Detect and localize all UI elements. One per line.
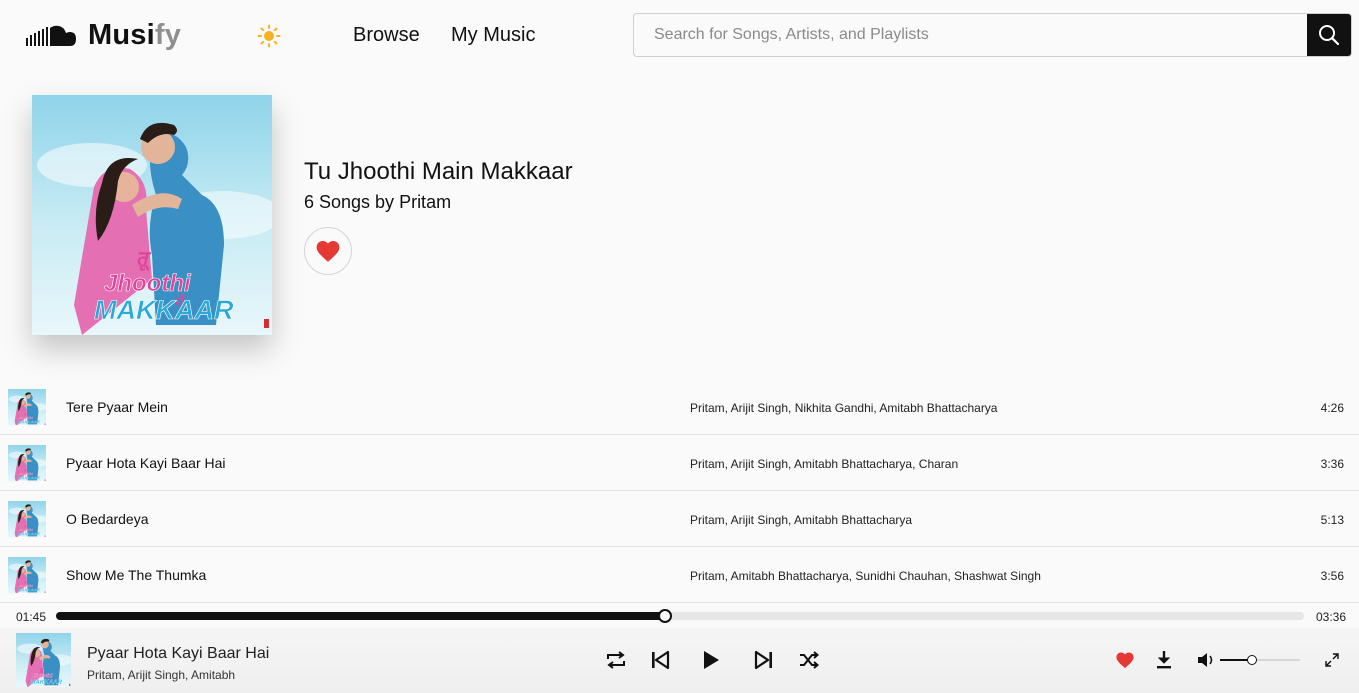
now-playing-artist: Pritam, Arijit Singh, Amitabh bbox=[87, 668, 236, 682]
next-button[interactable] bbox=[752, 648, 776, 672]
song-row[interactable]: Pyaar Hota Kayi Baar Hai Pritam, Arijit … bbox=[0, 435, 1359, 491]
previous-button[interactable] bbox=[648, 648, 672, 672]
download-icon bbox=[1157, 651, 1171, 669]
song-row[interactable]: O Bedardeya Pritam, Arijit Singh, Amitab… bbox=[0, 491, 1359, 547]
volume-slider[interactable] bbox=[1220, 655, 1300, 665]
heart-icon bbox=[1116, 652, 1134, 669]
song-thumbnail bbox=[8, 445, 46, 481]
skip-next-icon bbox=[754, 650, 772, 670]
play-button[interactable] bbox=[699, 648, 723, 672]
brand-name: Musify bbox=[88, 19, 181, 52]
song-title: Pyaar Hota Kayi Baar Hai bbox=[66, 455, 226, 471]
theme-toggle-button[interactable] bbox=[255, 22, 283, 50]
expand-button[interactable] bbox=[1320, 648, 1344, 672]
song-thumbnail bbox=[8, 501, 46, 537]
album-subtitle: 6 Songs by Pritam bbox=[304, 192, 452, 212]
song-artists: Pritam, Amitabh Bhattacharya, Sunidhi Ch… bbox=[690, 569, 1041, 583]
song-row[interactable]: Show Me The Thumka Pritam, Amitabh Bhatt… bbox=[0, 547, 1359, 603]
brand-name-main: Musi bbox=[88, 19, 155, 51]
search-button[interactable] bbox=[1307, 14, 1351, 56]
brand-logo[interactable]: Musify bbox=[26, 19, 181, 52]
song-duration: 3:36 bbox=[1320, 457, 1344, 471]
seek-bar-handle[interactable] bbox=[658, 609, 673, 623]
song-artists: Pritam, Arijit Singh, Amitabh Bhattachar… bbox=[690, 513, 913, 527]
top-header: Musify Browse My Music bbox=[0, 0, 1359, 72]
song-artists: Pritam, Arijit Singh, Amitabh Bhattachar… bbox=[690, 457, 959, 471]
song-duration: 3:56 bbox=[1320, 569, 1344, 583]
like-button[interactable] bbox=[1113, 648, 1137, 672]
search-icon bbox=[1319, 25, 1340, 46]
nav-my-music-link[interactable]: My Music bbox=[451, 24, 535, 47]
sun-icon bbox=[257, 24, 281, 48]
seek-bar[interactable] bbox=[56, 609, 1304, 623]
total-time: 03:36 bbox=[1316, 610, 1347, 624]
expand-icon bbox=[1325, 653, 1339, 667]
nav-browse-link[interactable]: Browse bbox=[353, 24, 420, 47]
search-input[interactable] bbox=[634, 14, 1308, 56]
volume-icon bbox=[1198, 653, 1213, 667]
album-favorite-button[interactable] bbox=[304, 227, 352, 275]
now-playing-title[interactable]: Pyaar Hota Kayi Baar Hai bbox=[87, 645, 269, 663]
repeat-icon bbox=[607, 651, 625, 669]
song-list: Tere Pyaar Mein Pritam, Arijit Singh, Ni… bbox=[0, 379, 1359, 605]
now-playing-thumbnail[interactable] bbox=[16, 633, 71, 687]
song-duration: 5:13 bbox=[1320, 513, 1344, 527]
player-bar: Pyaar Hota Kayi Baar Hai Pritam, Arijit … bbox=[0, 628, 1359, 693]
play-icon bbox=[704, 651, 719, 669]
current-time: 01:45 bbox=[16, 610, 47, 624]
seek-bar-fill bbox=[56, 612, 666, 620]
song-artists: Pritam, Arijit Singh, Nikhita Gandhi, Am… bbox=[690, 401, 998, 415]
song-duration: 4:26 bbox=[1320, 401, 1344, 415]
song-title: O Bedardeya bbox=[66, 511, 149, 527]
song-title: Tere Pyaar Mein bbox=[66, 399, 168, 415]
album-cover bbox=[32, 95, 272, 335]
brand-name-accent: fy bbox=[154, 19, 182, 51]
song-title: Show Me The Thumka bbox=[66, 567, 207, 583]
repeat-button[interactable] bbox=[604, 648, 628, 672]
shuffle-button[interactable] bbox=[797, 648, 821, 672]
search-bar bbox=[633, 13, 1352, 57]
song-row[interactable]: Tere Pyaar Mein Pritam, Arijit Singh, Ni… bbox=[0, 379, 1359, 435]
soundcloud-cloud-icon bbox=[26, 25, 76, 46]
volume-slider-handle[interactable] bbox=[1247, 655, 1257, 665]
download-button[interactable] bbox=[1152, 648, 1176, 672]
mute-button[interactable] bbox=[1194, 648, 1218, 672]
shuffle-icon bbox=[800, 651, 820, 669]
album-cover-art bbox=[32, 95, 272, 335]
skip-previous-icon bbox=[652, 650, 670, 670]
song-thumbnail bbox=[8, 557, 46, 593]
album-title: Tu Jhoothi Main Makkaar bbox=[304, 158, 573, 185]
song-thumbnail bbox=[8, 389, 46, 425]
heart-icon bbox=[316, 241, 340, 262]
